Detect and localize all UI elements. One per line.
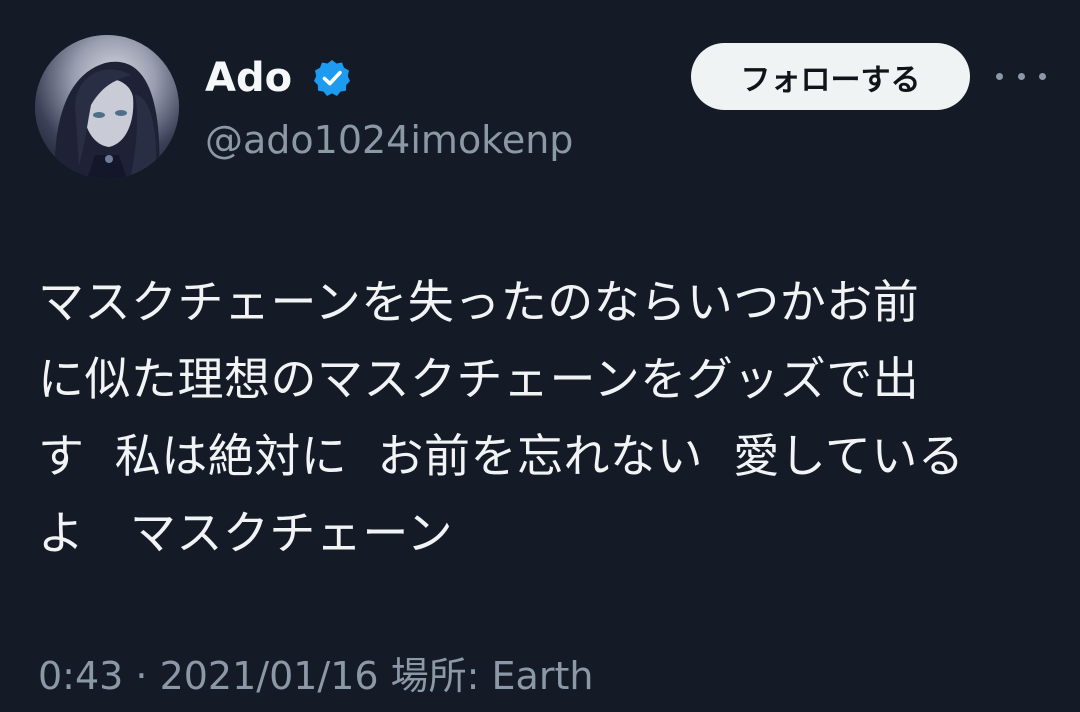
tweet-timestamp-location[interactable]: 0:43 · 2021/01/16 場所: Earth <box>38 652 593 700</box>
more-horizontal-icon-dot <box>996 72 1003 80</box>
verified-badge-icon <box>314 60 350 96</box>
tweet-text-line: す 私は絶対に お前を忘れない 愛している <box>38 429 965 483</box>
follow-button[interactable]: フォローする <box>691 43 970 110</box>
more-options-button[interactable] <box>996 60 1046 92</box>
avatar[interactable] <box>35 35 179 179</box>
tweet-text-line: マスクチェーンを失ったのならいつかお前 <box>38 275 920 329</box>
more-horizontal-icon-dot <box>1039 72 1046 80</box>
tweet-text-line: に似た理想のマスクチェーンをグッズで出 <box>38 352 920 406</box>
tweet-text-line: よ マスクチェーン <box>38 506 454 560</box>
more-horizontal-icon-dot <box>1017 72 1025 80</box>
tweet-text: マスクチェーンを失ったのならいつかお前 に似た理想のマスクチェーンをグッズで出 … <box>38 264 1048 572</box>
tweet-card: Ado @ado1024imokenp フォローする マスクチェーンを失ったのな… <box>0 0 1080 712</box>
handle[interactable]: @ado1024imokenp <box>205 116 573 164</box>
display-name[interactable]: Ado <box>205 54 292 102</box>
avatar-illustration <box>35 35 179 179</box>
